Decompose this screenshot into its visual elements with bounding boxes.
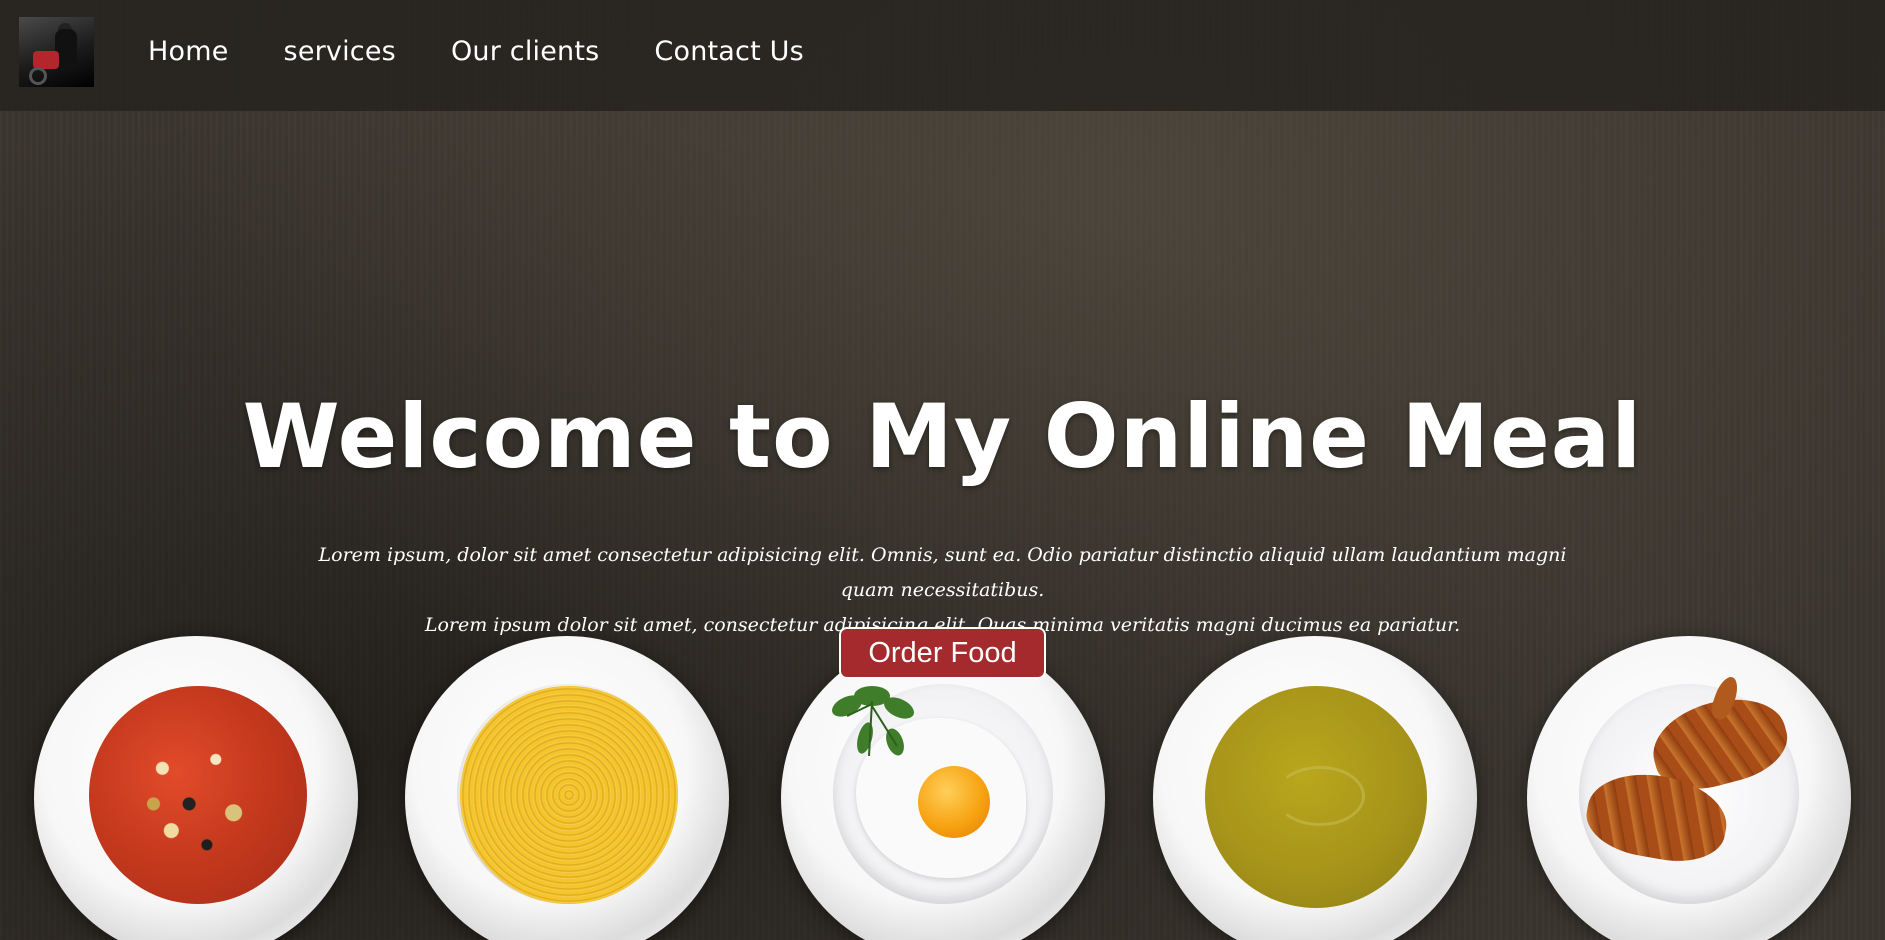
spaghetti-image xyxy=(460,686,678,904)
nav-link-services[interactable]: services xyxy=(284,36,396,67)
navbar: Home services Our clients Contact Us xyxy=(0,0,1885,111)
plate-minestrone-soup xyxy=(34,636,358,940)
pea-soup-image xyxy=(1205,686,1427,908)
plate-pea-soup xyxy=(1153,636,1477,940)
nav-links: Home services Our clients Contact Us xyxy=(148,36,859,67)
plate-fried-egg xyxy=(781,636,1105,940)
hero-title: Welcome to My Online Meal xyxy=(242,385,1643,488)
nav-link-home[interactable]: Home xyxy=(148,36,229,67)
nav-link-contact-us[interactable]: Contact Us xyxy=(654,36,803,67)
motorbike-rider-icon[interactable] xyxy=(19,17,94,87)
plate-croissants xyxy=(1527,636,1851,940)
herb-garnish-icon xyxy=(832,686,914,757)
nav-link-our-clients[interactable]: Our clients xyxy=(451,36,599,67)
minestrone-soup-image xyxy=(89,686,307,904)
hero-description-line-1: Lorem ipsum, dolor sit amet consectetur … xyxy=(318,544,1567,601)
order-food-button[interactable]: Order Food xyxy=(839,627,1046,679)
plate-spaghetti xyxy=(405,636,729,940)
